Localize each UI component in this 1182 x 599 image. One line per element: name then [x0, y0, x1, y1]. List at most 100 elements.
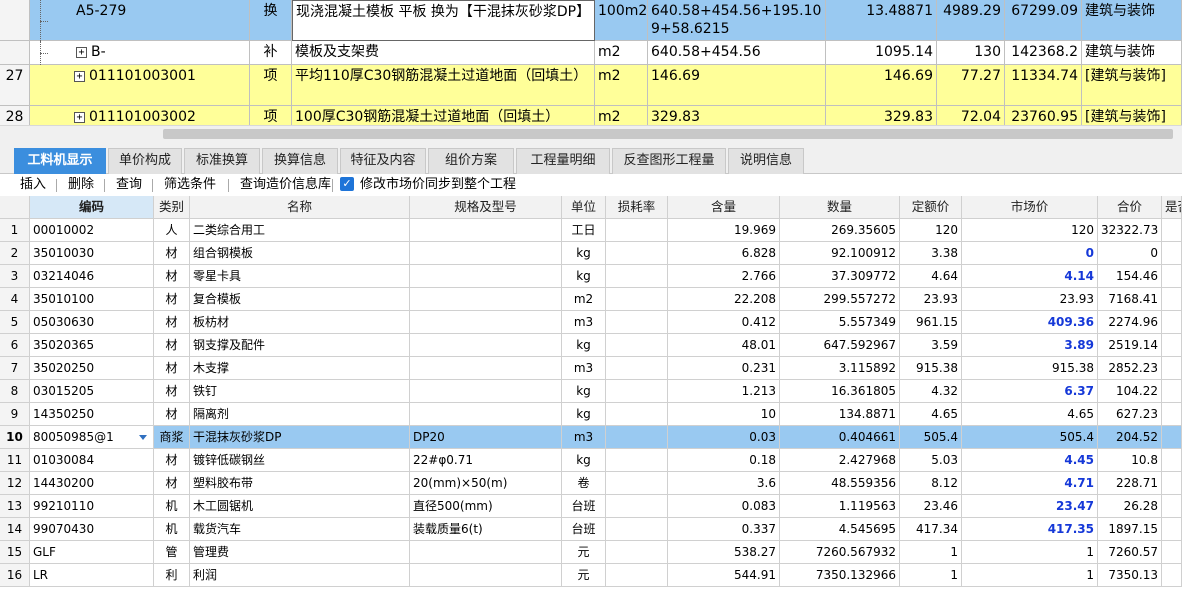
expand-icon[interactable]: + — [74, 70, 85, 82]
row-number[interactable]: 2 — [0, 242, 30, 265]
row-number[interactable]: 8 — [0, 380, 30, 403]
header-resource-total[interactable]: 合价 — [1098, 196, 1162, 219]
resource-unit[interactable]: kg — [562, 449, 606, 472]
item-type-cell[interactable]: 换 — [250, 0, 292, 41]
resource-unit[interactable]: 卷 — [562, 472, 606, 495]
resource-quantity[interactable]: 1.119563 — [780, 495, 900, 518]
resource-code[interactable]: 35010030 — [30, 242, 154, 265]
resource-quantity[interactable]: 7350.132966 — [780, 564, 900, 587]
resource-code[interactable]: 14350250 — [30, 403, 154, 426]
resource-category[interactable]: 材 — [154, 311, 190, 334]
header-quota-price[interactable]: 定额价 — [900, 196, 962, 219]
table-row[interactable]: 1 00010002 人二类综合用工 工日 19.969 269.35605 120 120 3… — [0, 219, 1182, 242]
resource-content[interactable]: 0.412 — [668, 311, 780, 334]
quota-price[interactable]: 4.32 — [900, 380, 962, 403]
item-type-cell[interactable]: 补 — [250, 41, 292, 65]
resource-code[interactable]: 03015205 — [30, 380, 154, 403]
header-resource-category[interactable]: 类别 — [154, 196, 190, 219]
resource-total[interactable]: 26.28 — [1098, 495, 1162, 518]
item-unit-price-cell[interactable]: 4989.29 — [937, 0, 1005, 41]
row-number[interactable]: 1 — [0, 219, 30, 242]
header-resource-quantity[interactable]: 数量 — [780, 196, 900, 219]
table-row[interactable]: 10 80050985@1 商浆 干混抹灰砂浆DP DP20 m3 0.03 0.404661… — [0, 426, 1182, 449]
resource-category[interactable]: 商浆 — [154, 426, 190, 449]
item-unit-price-cell[interactable]: 77.27 — [937, 65, 1005, 106]
quota-price[interactable]: 505.4 — [900, 426, 962, 449]
market-price[interactable]: 4.45 — [962, 449, 1098, 472]
resource-unit[interactable]: m3 — [562, 311, 606, 334]
market-price[interactable]: 6.37 — [962, 380, 1098, 403]
resource-spec[interactable] — [410, 334, 562, 357]
extra-column[interactable] — [1162, 357, 1182, 380]
resource-category[interactable]: 人 — [154, 219, 190, 242]
item-unit-price-cell[interactable]: 130 — [937, 41, 1005, 65]
resource-code[interactable]: 05030630 — [30, 311, 154, 334]
resource-spec[interactable]: 22#φ0.71 — [410, 449, 562, 472]
query-price-database-button[interactable]: 查询造价信息库 — [240, 177, 331, 193]
resource-unit[interactable]: kg — [562, 403, 606, 426]
item-unit-cell[interactable]: m2 — [595, 41, 648, 65]
resource-name[interactable]: 利润 — [190, 564, 410, 587]
tab-unit-price-breakdown[interactable]: 单价构成 — [108, 148, 182, 174]
extra-column[interactable] — [1162, 311, 1182, 334]
resource-code[interactable]: 00010002 — [30, 219, 154, 242]
resource-name[interactable]: 铁钉 — [190, 380, 410, 403]
tab-standard-conversion[interactable]: 标准换算 — [184, 148, 260, 174]
row-number[interactable]: 10 — [0, 426, 30, 449]
resource-total[interactable]: 2519.14 — [1098, 334, 1162, 357]
table-row[interactable]: 8 03015205 材铁钉 kg 1.213 16.361805 4.32 6.37 104.… — [0, 380, 1182, 403]
resource-code[interactable]: GLF — [30, 541, 154, 564]
resource-content[interactable]: 3.6 — [668, 472, 780, 495]
resource-unit[interactable]: m3 — [562, 357, 606, 380]
tab-graphic-quantity[interactable]: 反查图形工程量 — [612, 148, 726, 174]
loss-rate[interactable] — [606, 288, 668, 311]
resource-code[interactable]: 99070430 — [30, 518, 154, 541]
item-name-cell[interactable]: 100厚C30钢筋混凝土过道地面（回填土） — [292, 106, 595, 125]
row-number-cell[interactable]: 28 — [0, 106, 30, 125]
resource-spec[interactable] — [410, 403, 562, 426]
row-number[interactable]: 14 — [0, 518, 30, 541]
item-quantity-cell[interactable]: 146.69 — [826, 65, 937, 106]
resource-unit[interactable]: kg — [562, 242, 606, 265]
resource-name[interactable]: 隔离剂 — [190, 403, 410, 426]
resource-content[interactable]: 19.969 — [668, 219, 780, 242]
quota-price[interactable]: 23.46 — [900, 495, 962, 518]
tab-pricing-scheme[interactable]: 组价方案 — [428, 148, 514, 174]
resource-unit[interactable]: 台班 — [562, 518, 606, 541]
item-name-cell[interactable]: 平均110厚C30钢筋混凝土过道地面（回填土） — [292, 65, 595, 106]
list-row[interactable]: 28 +011101003002 项 100厚C30钢筋混凝土过道地面（回填土） m2 3… — [0, 106, 1182, 125]
resource-spec[interactable]: 20(mm)×50(m) — [410, 472, 562, 495]
row-number[interactable]: 9 — [0, 403, 30, 426]
extra-column[interactable] — [1162, 219, 1182, 242]
table-row[interactable]: 5 05030630 材板枋材 m3 0.412 5.557349 961.15 409.36… — [0, 311, 1182, 334]
item-total-cell[interactable]: 11334.74 — [1005, 65, 1082, 106]
loss-rate[interactable] — [606, 472, 668, 495]
resource-category[interactable]: 管 — [154, 541, 190, 564]
expand-icon[interactable]: + — [74, 111, 85, 123]
item-quantity-cell[interactable]: 329.83 — [826, 106, 937, 125]
extra-column[interactable] — [1162, 242, 1182, 265]
item-type-cell[interactable]: 项 — [250, 106, 292, 125]
resource-code[interactable]: 14430200 — [30, 472, 154, 495]
header-resource-code[interactable]: 编码 — [30, 196, 154, 219]
resource-total[interactable]: 204.52 — [1098, 426, 1162, 449]
item-code-cell[interactable]: A5-279 — [30, 0, 250, 41]
chevron-down-icon[interactable] — [139, 435, 147, 440]
resource-unit[interactable]: kg — [562, 334, 606, 357]
row-number[interactable]: 13 — [0, 495, 30, 518]
resource-unit[interactable]: 台班 — [562, 495, 606, 518]
loss-rate[interactable] — [606, 403, 668, 426]
header-extra-column[interactable]: 是否 — [1162, 196, 1182, 219]
resource-quantity[interactable]: 269.35605 — [780, 219, 900, 242]
item-name-cell[interactable]: 模板及支架费 — [292, 41, 595, 65]
table-row[interactable]: 11 01030084 材镀锌低碳钢丝 22#φ0.71 kg 0.18 2.427968 5… — [0, 449, 1182, 472]
resource-category[interactable]: 材 — [154, 334, 190, 357]
quota-price[interactable]: 8.12 — [900, 472, 962, 495]
extra-column[interactable] — [1162, 449, 1182, 472]
row-number[interactable]: 15 — [0, 541, 30, 564]
query-button[interactable]: 查询 — [116, 177, 142, 193]
loss-rate[interactable] — [606, 518, 668, 541]
extra-column[interactable] — [1162, 334, 1182, 357]
resource-total[interactable]: 2852.23 — [1098, 357, 1162, 380]
resource-category[interactable]: 材 — [154, 472, 190, 495]
